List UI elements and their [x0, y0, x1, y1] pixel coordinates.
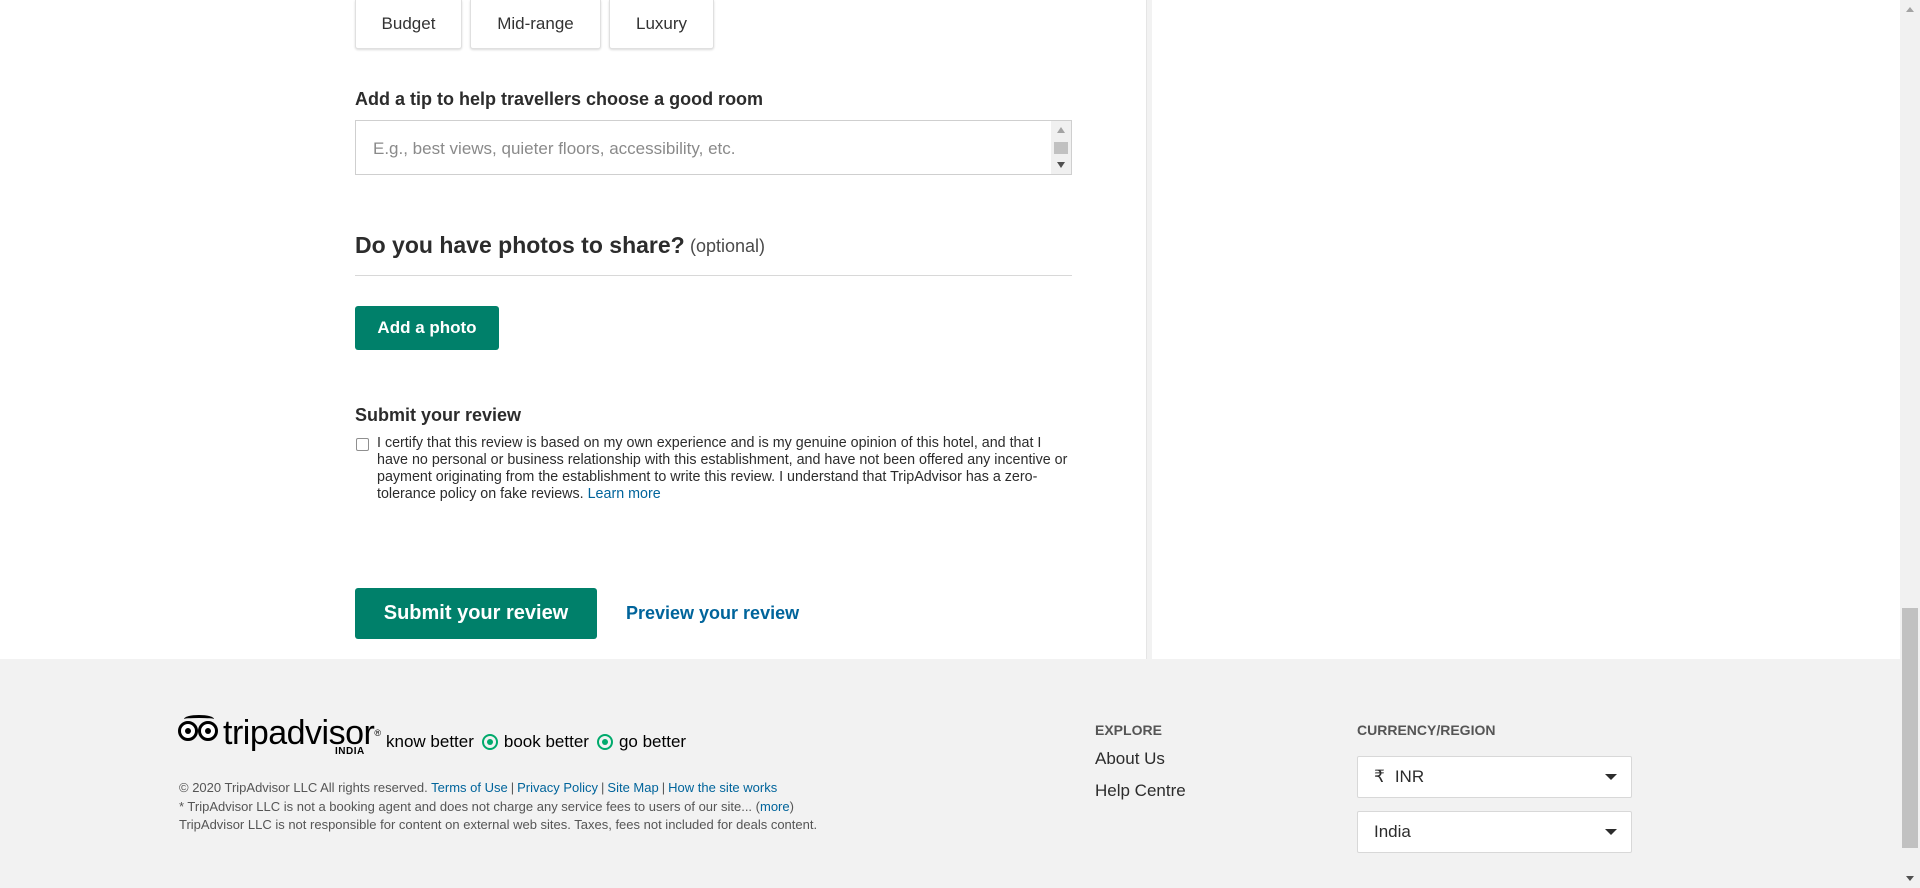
terms-of-use-link[interactable]: Terms of Use [431, 780, 508, 795]
site-map-link[interactable]: Site Map [607, 780, 658, 795]
room-tip-field [355, 120, 1072, 175]
tagline-go-better: go better [618, 732, 687, 751]
currency-value: INR [1394, 767, 1425, 786]
more-link[interactable]: more [760, 799, 790, 814]
tagline-dot-icon [596, 734, 613, 750]
region-select[interactable]: India [1357, 811, 1632, 853]
price-mid-range-button[interactable]: Mid-range [470, 0, 601, 49]
tripadvisor-logo[interactable]: tripadvisor® INDIA [178, 715, 381, 757]
scroll-up-arrow-icon[interactable] [1906, 7, 1914, 12]
owl-logo-icon [178, 715, 220, 745]
legal-text: © 2020 TripAdvisor LLC All rights reserv… [179, 779, 817, 835]
page: Budget Mid-range Luxury Add a tip to hel… [0, 0, 1900, 888]
about-us-link[interactable]: About Us [1095, 749, 1165, 769]
chevron-down-icon [1605, 774, 1617, 780]
disclaimer-booking: * TripAdvisor LLC is not a booking agent… [179, 798, 760, 814]
preview-review-link[interactable]: Preview your review [626, 603, 799, 624]
learn-more-link[interactable]: Learn more [588, 486, 661, 502]
photos-heading: Do you have photos to share? [355, 232, 685, 258]
certify-statement: I certify that this review is based on m… [377, 435, 1073, 503]
section-divider [355, 275, 1072, 276]
scroll-down-arrow-icon[interactable] [1906, 876, 1914, 881]
logo-region: INDIA [335, 746, 365, 757]
submit-review-heading: Submit your review [355, 405, 522, 425]
photos-optional-label: (optional) [690, 236, 766, 256]
tagline-dot-icon [481, 734, 498, 750]
tagline-book-better: book better [503, 732, 589, 751]
certify-checkbox[interactable] [356, 438, 369, 451]
tagline: know better book better go better [386, 732, 686, 752]
scrollbar-thumb[interactable] [1902, 608, 1918, 848]
room-tip-scrollbar[interactable] [1051, 121, 1071, 174]
privacy-policy-link[interactable]: Privacy Policy [517, 780, 598, 795]
tagline-know-better: know better [386, 732, 474, 751]
currency-select[interactable]: ₹ INR [1357, 756, 1632, 798]
help-centre-link[interactable]: Help Centre [1095, 781, 1186, 801]
scroll-up-arrow-icon[interactable] [1057, 127, 1065, 133]
rupee-icon: ₹ [1374, 767, 1385, 786]
add-photo-button[interactable]: Add a photo [355, 306, 499, 350]
review-form-area: Budget Mid-range Luxury Add a tip to hel… [0, 0, 1900, 659]
price-luxury-button[interactable]: Luxury [609, 0, 714, 49]
copyright: © 2020 TripAdvisor LLC All rights reserv… [179, 780, 428, 795]
scroll-down-arrow-icon[interactable] [1057, 162, 1065, 168]
explore-heading: EXPLORE [1095, 722, 1162, 738]
submit-review-button[interactable]: Submit your review [355, 588, 597, 639]
how-site-works-link[interactable]: How the site works [668, 780, 777, 795]
column-divider [1146, 0, 1152, 659]
room-tip-label: Add a tip to help travellers choose a go… [355, 89, 764, 109]
disclaimer-external: TripAdvisor LLC is not responsible for c… [179, 817, 818, 832]
chevron-down-icon [1605, 829, 1617, 835]
page-scrollbar[interactable] [1900, 0, 1920, 888]
certify-text: I certify that this review is based on m… [377, 435, 1068, 502]
scroll-thumb[interactable] [1054, 142, 1068, 154]
room-tip-input[interactable] [356, 121, 1051, 174]
currency-region-heading: CURRENCY/REGION [1357, 722, 1496, 738]
price-budget-button[interactable]: Budget [355, 0, 462, 49]
region-value: India [1374, 822, 1411, 841]
